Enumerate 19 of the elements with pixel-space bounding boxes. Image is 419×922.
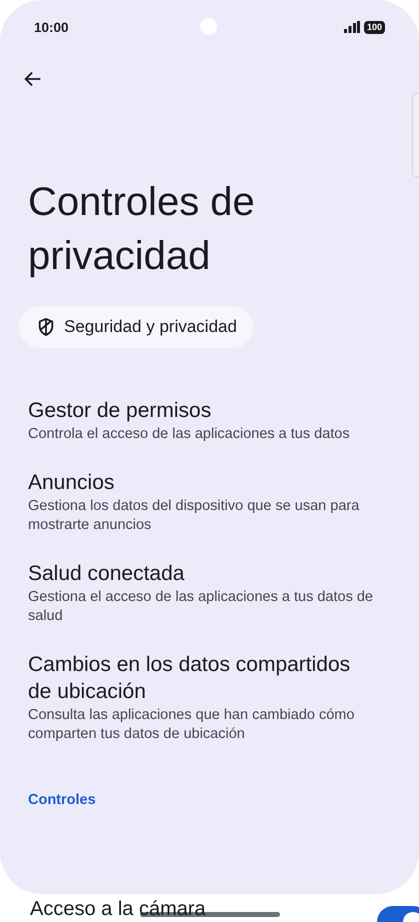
item-title: Cambios en los datos compartidos de ubicación bbox=[28, 652, 352, 705]
settings-item[interactable]: Salud conectada Gestiona el acceso de las aplicaciones a tus datos de salud bbox=[28, 560, 373, 626]
item-title: Anuncios bbox=[28, 470, 116, 496]
item-subtitle: Consulta las aplicaciones que han cambiado cómo comparten tus datos de ubicación bbox=[28, 706, 356, 744]
item-title: Gestor de permisos bbox=[28, 398, 212, 424]
settings-item[interactable]: Anuncios Gestiona los datos del dispositivo que se usan para mostrarte anuncios bbox=[28, 469, 373, 535]
shield-icon bbox=[37, 317, 55, 337]
item-subtitle: Controla el acceso de las aplicaciones a tus datos bbox=[28, 425, 351, 444]
item-subtitle: Gestiona el acceso de las aplicaciones a tus datos de salud bbox=[28, 588, 373, 626]
page-title: Controles de privacidad bbox=[28, 179, 256, 280]
signal-icon bbox=[344, 21, 360, 33]
item-title: Salud conectada bbox=[28, 561, 186, 587]
breadcrumb-chip[interactable]: Seguridad y privacidad bbox=[19, 306, 253, 348]
battery-level: 100 bbox=[364, 20, 385, 34]
settings-item[interactable]: Cambios en los datos compartidos de ubicación Consulta las aplicaciones que han cambiado cómo comparten tus datos de ubicación bbox=[28, 651, 373, 744]
settings-item[interactable]: Gestor de permisos Controla el acceso de las aplicaciones a tus datos bbox=[28, 397, 373, 444]
item-subtitle: Gestiona los datos del dispositivo que se usan para mostrarte anuncios bbox=[28, 497, 360, 535]
section-header: Controles bbox=[28, 792, 97, 808]
status-time: 10:00 bbox=[34, 20, 69, 34]
